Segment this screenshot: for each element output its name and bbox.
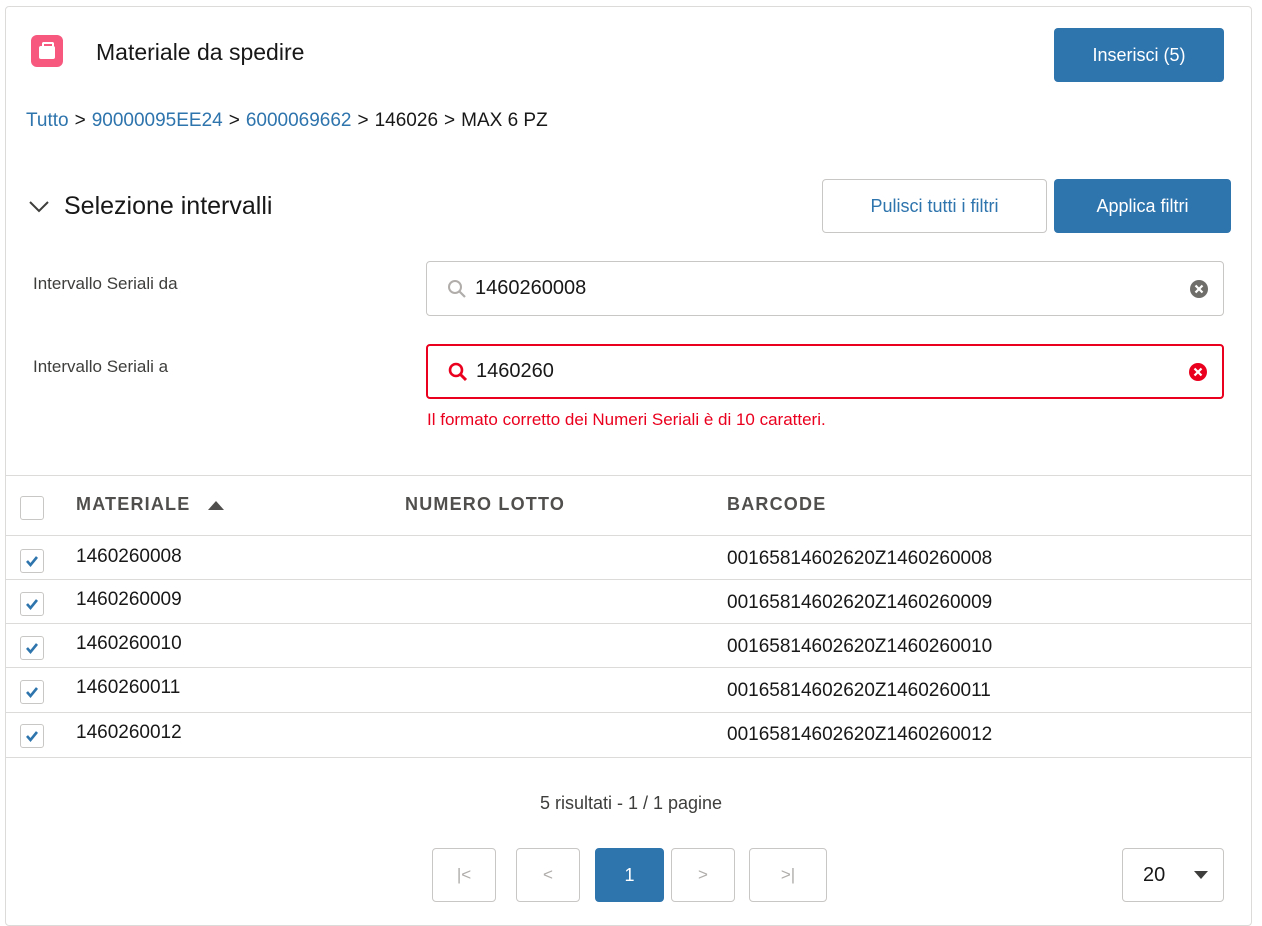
check-icon <box>26 643 39 655</box>
main-card <box>5 6 1252 926</box>
chevron-down-icon <box>29 200 49 212</box>
row-divider <box>5 712 1252 713</box>
serial-to-input[interactable]: 1460260 <box>426 344 1224 399</box>
serial-to-error: Il formato corretto dei Numeri Seriali è… <box>427 410 826 429</box>
check-icon <box>26 731 39 743</box>
serial-from-value[interactable]: 1460260008 <box>475 277 1189 300</box>
cell-barcode: 00165814602620Z1460260011 <box>727 680 991 701</box>
breadcrumb-item-all[interactable]: Tutto <box>26 110 69 131</box>
row-checkbox[interactable] <box>20 636 44 660</box>
divider <box>5 535 1252 536</box>
cell-barcode: 00165814602620Z1460260012 <box>727 724 993 745</box>
insert-button[interactable]: Inserisci (5) <box>1054 28 1224 82</box>
page-1-button[interactable]: 1 <box>595 848 664 902</box>
clear-icon[interactable] <box>1188 362 1208 382</box>
search-icon <box>447 279 467 299</box>
search-icon <box>448 362 468 382</box>
row-divider <box>5 623 1252 624</box>
section-toggle[interactable]: Selezione intervalli <box>28 192 272 221</box>
breadcrumb-item-material: 146026 <box>374 110 439 131</box>
cell-barcode: 00165814602620Z1460260010 <box>727 636 993 657</box>
row-checkbox[interactable] <box>20 549 44 573</box>
results-summary: 5 risultati - 1 / 1 pagine <box>539 793 723 813</box>
cell-barcode: 00165814602620Z1460260008 <box>727 548 993 569</box>
sort-ascending-icon <box>207 501 224 511</box>
page-title: Materiale da spedire <box>96 39 305 65</box>
cell-materiale: 1460260008 <box>76 546 182 567</box>
next-page-button[interactable]: > <box>671 848 735 902</box>
row-checkbox[interactable] <box>20 680 44 704</box>
cell-materiale: 1460260009 <box>76 589 182 610</box>
column-header-materiale[interactable]: MATERIALE <box>76 494 225 515</box>
row-divider <box>5 579 1252 580</box>
breadcrumb-separator: > <box>357 110 369 131</box>
column-header-barcode[interactable]: BARCODE <box>727 494 826 515</box>
row-divider <box>5 757 1252 758</box>
apply-filters-button[interactable]: Applica filtri <box>1054 179 1231 233</box>
check-icon <box>26 687 39 699</box>
row-checkbox[interactable] <box>20 724 44 748</box>
breadcrumb-separator: > <box>228 110 240 131</box>
caret-down-icon <box>1194 871 1208 879</box>
breadcrumb-item-package: MAX 6 PZ <box>461 110 548 131</box>
breadcrumb-item-order[interactable]: 90000095EE24 <box>92 110 223 131</box>
check-icon <box>26 599 39 611</box>
check-icon <box>26 556 39 568</box>
page-size-value: 20 <box>1143 863 1166 886</box>
first-page-button[interactable]: |< <box>432 848 496 902</box>
briefcase-icon <box>31 35 63 67</box>
breadcrumb-separator: > <box>74 110 86 131</box>
last-page-button[interactable]: >| <box>749 848 827 902</box>
select-all-checkbox[interactable] <box>20 496 44 520</box>
serial-to-label: Intervallo Seriali a <box>33 357 169 376</box>
divider <box>5 475 1252 476</box>
column-header-numero-lotto[interactable]: NUMERO LOTTO <box>405 494 565 515</box>
serial-from-label: Intervallo Seriali da <box>33 274 178 293</box>
clear-icon[interactable] <box>1189 279 1209 299</box>
prev-page-button[interactable]: < <box>516 848 580 902</box>
cell-materiale: 1460260012 <box>76 722 182 743</box>
cell-materiale: 1460260011 <box>76 677 181 698</box>
breadcrumb-separator: > <box>444 110 456 131</box>
breadcrumb: Tutto >90000095EE24 >6000069662 >146026 > MAX… <box>26 110 548 132</box>
serial-from-input[interactable]: 1460260008 <box>426 261 1224 316</box>
row-divider <box>5 667 1252 668</box>
serial-to-value[interactable]: 1460260 <box>476 360 1188 383</box>
cell-materiale: 1460260010 <box>76 633 182 654</box>
section-title: Selezione intervalli <box>64 192 273 220</box>
breadcrumb-item-delivery[interactable]: 6000069662 <box>246 110 352 131</box>
page-size-select[interactable]: 20 <box>1122 848 1224 902</box>
clear-filters-button[interactable]: Pulisci tutti i filtri <box>822 179 1047 233</box>
row-checkbox[interactable] <box>20 592 44 616</box>
cell-barcode: 00165814602620Z1460260009 <box>727 592 993 613</box>
